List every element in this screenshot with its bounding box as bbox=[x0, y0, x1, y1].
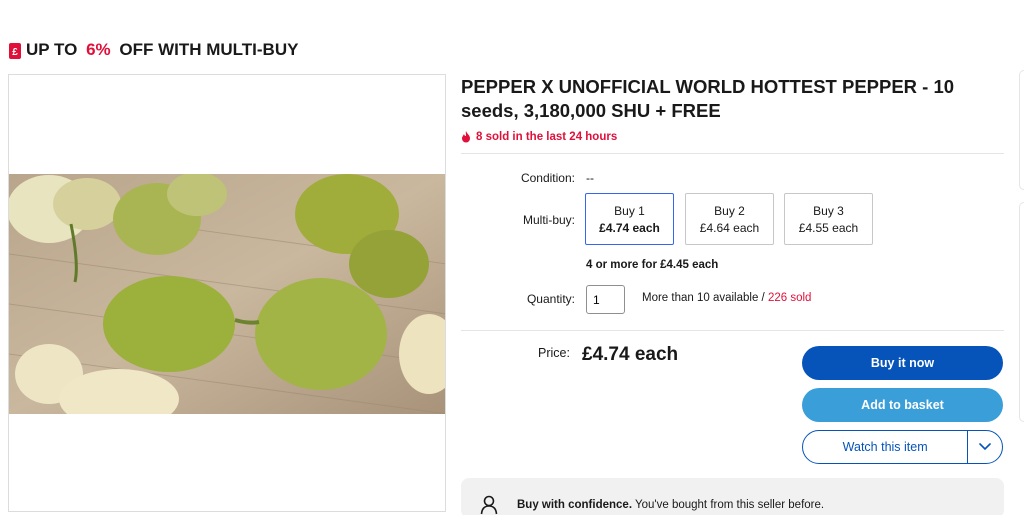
listing-title: PEPPER X UNOFFICIAL WORLD HOTTEST PEPPER… bbox=[461, 76, 955, 121]
multibuy-price: £4.55 each bbox=[798, 221, 859, 235]
promo-percent: 6% bbox=[86, 40, 111, 59]
watch-dropdown-toggle[interactable] bbox=[968, 443, 1002, 451]
price-value: £4.74 each bbox=[582, 344, 679, 365]
condition-value: -- bbox=[586, 171, 594, 185]
recent-sales-text: 8 sold in the last 24 hours bbox=[476, 131, 618, 143]
watch-item-label: Watch this item bbox=[842, 440, 928, 454]
buy-it-now-button[interactable]: Buy it now bbox=[802, 346, 1003, 380]
multibuy-four-or-more: 4 or more for £4.45 each bbox=[586, 259, 719, 271]
product-image-frame[interactable] bbox=[8, 74, 446, 512]
watch-item-button[interactable]: Watch this item bbox=[802, 430, 1003, 464]
multibuy-promo-banner: £ UP TO 6% OFF WITH MULTI-BUY bbox=[8, 40, 298, 60]
multibuy-qty: Buy 1 bbox=[614, 204, 645, 218]
add-to-basket-button[interactable]: Add to basket bbox=[802, 388, 1003, 422]
chevron-down-icon bbox=[979, 443, 991, 451]
availability-info: More than 10 available / 226 sold bbox=[642, 292, 811, 304]
confidence-text: Buy with confidence. You've bought from … bbox=[517, 499, 824, 511]
product-image bbox=[9, 174, 445, 414]
sold-count: 226 sold bbox=[767, 292, 812, 304]
available-text: More than 10 available bbox=[642, 292, 759, 304]
promo-prefix: UP TO bbox=[26, 40, 83, 59]
svg-text:£: £ bbox=[12, 47, 18, 58]
multibuy-option-buy-2[interactable]: Buy 2 £4.64 each bbox=[685, 193, 774, 245]
person-icon bbox=[480, 495, 498, 515]
buy-with-confidence-panel: Buy with confidence. You've bought from … bbox=[461, 478, 1004, 515]
price-tag-icon: £ bbox=[9, 42, 21, 59]
multibuy-option-buy-3[interactable]: Buy 3 £4.55 each bbox=[784, 193, 873, 245]
recent-sales-badge: 8 sold in the last 24 hours bbox=[461, 131, 617, 143]
side-panel-edge-lower bbox=[1019, 202, 1024, 422]
promo-suffix: OFF WITH MULTI-BUY bbox=[114, 40, 299, 59]
quantity-input[interactable] bbox=[586, 285, 625, 314]
divider-top bbox=[461, 153, 1004, 154]
condition-label: Condition: bbox=[520, 171, 575, 185]
multibuy-qty: Buy 2 bbox=[714, 204, 745, 218]
multibuy-option-buy-1[interactable]: Buy 1 £4.74 each bbox=[585, 193, 674, 245]
confidence-detail: You've bought from this seller before. bbox=[632, 499, 825, 511]
confidence-bold: Buy with confidence. bbox=[517, 499, 633, 511]
fire-icon bbox=[462, 131, 470, 143]
multibuy-price: £4.74 each bbox=[599, 221, 660, 235]
multibuy-price: £4.64 each bbox=[699, 221, 760, 235]
multibuy-qty: Buy 3 bbox=[813, 204, 844, 218]
side-panel-edge bbox=[1019, 70, 1024, 190]
multibuy-label: Multi-buy: bbox=[522, 213, 575, 227]
price-label: Price: bbox=[538, 346, 570, 360]
availability-separator: / bbox=[758, 292, 768, 304]
divider-middle bbox=[461, 330, 1004, 331]
quantity-label: Quantity: bbox=[526, 292, 575, 306]
